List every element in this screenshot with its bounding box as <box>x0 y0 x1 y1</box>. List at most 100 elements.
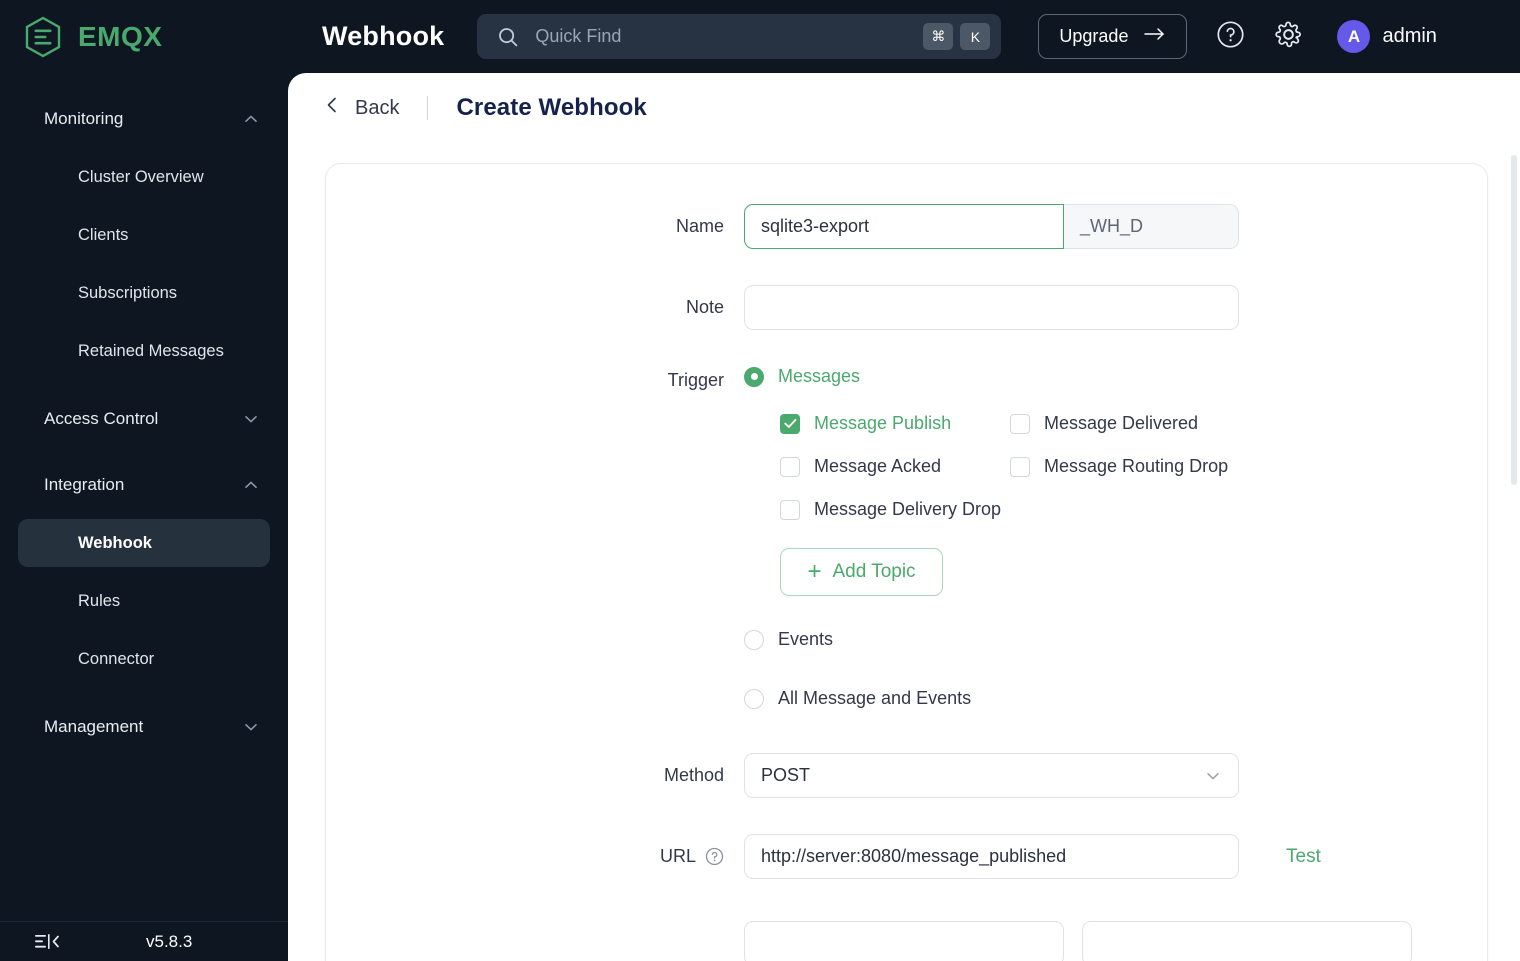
sidebar-item-subscriptions[interactable]: Subscriptions <box>18 269 270 317</box>
search-input[interactable]: Quick Find ⌘ K <box>477 14 1002 59</box>
row-gap <box>326 798 1487 834</box>
note-label: Note <box>685 297 724 317</box>
note-control <box>744 285 1487 330</box>
sidebar-nav: Monitoring Cluster Overview Clients Subs… <box>0 73 288 921</box>
note-input[interactable] <box>744 285 1239 330</box>
chevron-down-icon <box>1204 767 1222 785</box>
method-control: POST <box>744 753 1487 798</box>
trigger-checkbox-grid: Message Publish Message Delivered Messag… <box>780 413 1487 520</box>
form-row-partial <box>326 921 1487 961</box>
radio-events[interactable]: Events <box>744 629 1487 650</box>
main-content: Back Create Webhook Name _WH_D <box>288 73 1520 961</box>
sidebar-item-rules[interactable]: Rules <box>18 577 270 625</box>
sidebar-item-connector[interactable]: Connector <box>18 635 270 683</box>
create-webhook-form-card: Name _WH_D Note <box>325 163 1488 961</box>
form-row-url: URL Test <box>326 834 1487 879</box>
breadcrumb-divider <box>427 96 429 120</box>
breadcrumb: Back Create Webhook <box>288 73 1520 143</box>
user-name-label: admin <box>1382 25 1437 47</box>
url-label: URL <box>659 846 696 866</box>
sidebar-item-webhook[interactable]: Webhook <box>18 519 270 567</box>
main-inner: Back Create Webhook Name _WH_D <box>288 73 1520 961</box>
sidebar-item-cluster-overview[interactable]: Cluster Overview <box>18 153 270 201</box>
back-button-label: Back <box>355 96 400 119</box>
page-heading: Create Webhook <box>456 94 647 121</box>
sidebar-item-label: Cluster Overview <box>78 167 204 186</box>
checkbox-icon-unchecked <box>780 499 800 520</box>
sidebar-group-management[interactable]: Management <box>0 703 288 751</box>
add-topic-button-label: Add Topic <box>832 561 916 582</box>
chevron-up-icon[interactable] <box>242 110 260 128</box>
brand-logo[interactable]: EMQX <box>0 0 288 73</box>
gear-icon <box>1274 20 1303 54</box>
test-url-link[interactable]: Test <box>1286 846 1321 868</box>
sidebar-group-monitoring[interactable]: Monitoring <box>0 95 288 143</box>
checkbox-label: Message Delivered <box>1044 413 1199 433</box>
sidebar-item-clients[interactable]: Clients <box>18 211 270 259</box>
sidebar-item-label: Webhook <box>78 533 152 552</box>
radio-all-label: All Message and Events <box>778 688 972 708</box>
method-select[interactable]: POST <box>744 753 1239 798</box>
radio-all-message-and-events[interactable]: All Message and Events <box>744 688 1487 709</box>
checkbox-label: Message Delivery Drop <box>814 499 1002 519</box>
radio-icon-unchecked <box>744 629 764 650</box>
checkbox-icon-unchecked <box>1010 413 1030 434</box>
name-input[interactable] <box>744 204 1064 249</box>
page-title: Webhook <box>322 21 445 51</box>
checkbox-label: Message Publish <box>814 413 952 433</box>
checkbox-message-routing-drop[interactable]: Message Routing Drop <box>1010 456 1487 477</box>
chevron-left-icon <box>324 95 340 121</box>
sidebar-group-integration[interactable]: Integration <box>0 461 288 509</box>
chevron-down-icon[interactable] <box>242 718 260 736</box>
checkbox-label: Message Acked <box>814 456 942 476</box>
name-control: _WH_D <box>744 204 1487 249</box>
settings-button[interactable] <box>1273 20 1303 54</box>
collapse-sidebar-icon[interactable] <box>34 931 60 953</box>
sidebar-item-retained-messages[interactable]: Retained Messages <box>18 327 270 375</box>
row-gap <box>326 330 1487 366</box>
avatar: A <box>1337 20 1371 53</box>
back-button[interactable]: Back <box>324 95 399 121</box>
method-label: Method <box>663 765 724 785</box>
radio-icon-checked <box>744 366 764 387</box>
checkbox-message-acked[interactable]: Message Acked <box>780 456 1010 477</box>
trigger-label: Trigger <box>667 369 724 390</box>
emqx-hexagon-logo-icon <box>22 15 64 59</box>
url-input[interactable] <box>744 834 1239 879</box>
partial-input-right[interactable] <box>1082 921 1412 961</box>
user-menu[interactable]: A admin <box>1337 20 1437 53</box>
sidebar-group-label: Monitoring <box>44 109 124 128</box>
version-label: v5.8.3 <box>146 931 193 951</box>
radio-messages[interactable]: Messages <box>744 366 1487 387</box>
sidebar-item-label: Connector <box>78 649 155 668</box>
checkbox-icon-unchecked <box>1010 456 1030 477</box>
url-label-wrap: URL <box>326 846 744 867</box>
add-topic-button[interactable]: + Add Topic <box>780 548 943 596</box>
partial-input-left[interactable] <box>744 921 1064 961</box>
question-circle-icon[interactable] <box>705 847 724 866</box>
chevron-down-icon[interactable] <box>242 410 260 428</box>
sidebar-footer: v5.8.3 <box>0 921 288 961</box>
upgrade-button[interactable]: Upgrade <box>1038 14 1188 59</box>
name-label: Name <box>675 216 724 236</box>
form-row-note: Note <box>326 285 1487 330</box>
topbar: Webhook Quick Find ⌘ K Upgrade A admin <box>288 0 1520 73</box>
name-suffix: _WH_D <box>1064 204 1239 249</box>
sidebar-item-label: Subscriptions <box>78 283 178 302</box>
checkbox-message-publish[interactable]: Message Publish <box>780 413 1010 434</box>
checkbox-message-delivery-drop[interactable]: Message Delivery Drop <box>780 499 1010 520</box>
sidebar-item-label: Retained Messages <box>78 341 224 360</box>
name-input-group: _WH_D <box>744 204 1239 249</box>
sidebar: EMQX Monitoring Cluster Overview Clients… <box>0 0 288 961</box>
help-button[interactable] <box>1215 20 1245 54</box>
radio-events-label: Events <box>778 629 834 649</box>
sidebar-group-label: Integration <box>44 475 125 494</box>
checkbox-message-delivered[interactable]: Message Delivered <box>1010 413 1487 434</box>
plus-icon: + <box>807 558 822 585</box>
question-circle-icon <box>1216 20 1245 54</box>
scrollbar-thumb[interactable] <box>1511 155 1517 485</box>
sidebar-group-access-control[interactable]: Access Control <box>0 395 288 443</box>
chevron-up-icon[interactable] <box>242 476 260 494</box>
